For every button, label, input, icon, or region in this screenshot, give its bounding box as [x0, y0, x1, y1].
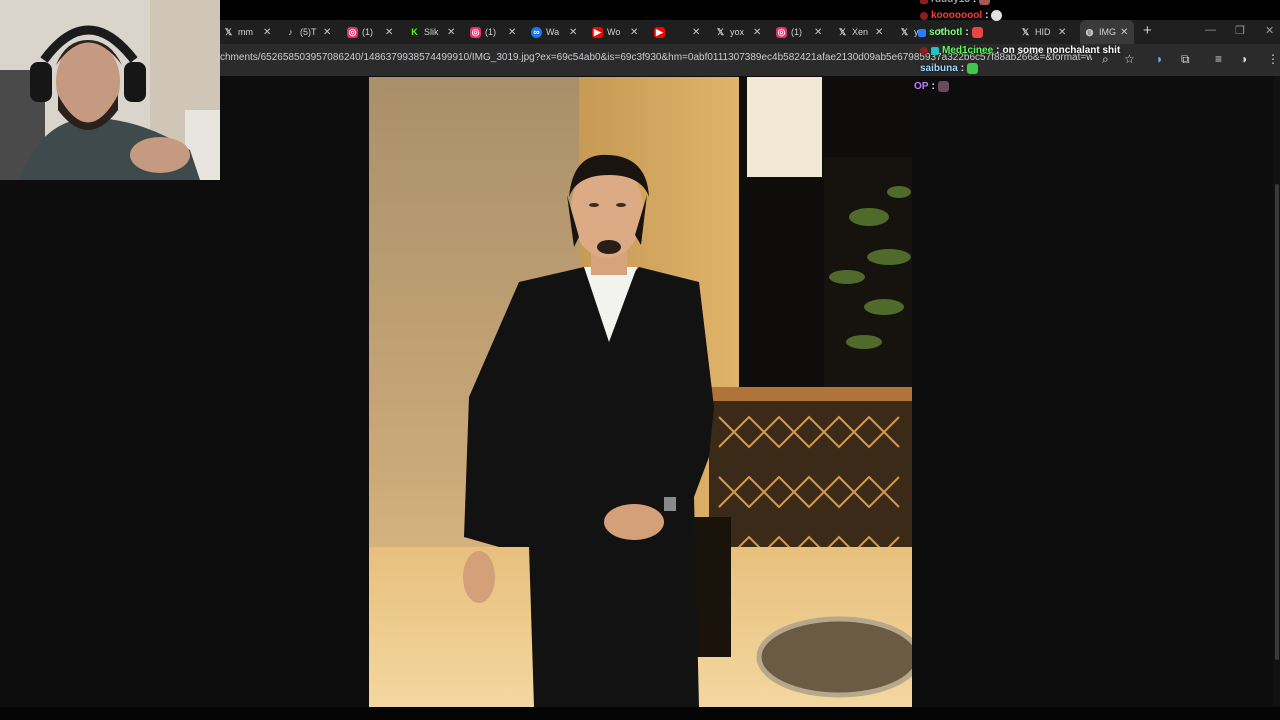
- tab[interactable]: ∞ Wa ✕: [531, 20, 591, 44]
- close-tab-icon[interactable]: ✕: [263, 27, 271, 38]
- tab-title: (1): [485, 27, 496, 37]
- close-tab-icon[interactable]: ✕: [323, 27, 331, 38]
- instagram-icon: ◎: [347, 26, 358, 38]
- emote-icon: [971, 27, 983, 38]
- chat-username: OP: [914, 81, 929, 92]
- close-tab-icon[interactable]: ✕: [508, 27, 516, 38]
- tab-title: Slik: [424, 27, 439, 37]
- user-badge-icon: [931, 46, 939, 55]
- close-tab-icon[interactable]: ✕: [630, 27, 638, 38]
- tab[interactable]: 𝕏 mm ✕: [223, 20, 283, 44]
- bookmark-star-icon[interactable]: ☆: [1124, 52, 1135, 66]
- emote-icon: [967, 63, 979, 74]
- chat-username: saibuna: [920, 63, 958, 74]
- x-logo-icon: 𝕏: [1021, 26, 1030, 37]
- close-tab-icon[interactable]: ✕: [814, 27, 822, 38]
- close-tab-icon[interactable]: ✕: [1058, 27, 1066, 38]
- tab-title: (1): [362, 27, 373, 37]
- tab-title: (1): [791, 27, 802, 37]
- new-tab-button[interactable]: +: [1143, 22, 1152, 39]
- emote-icon: [991, 10, 1003, 21]
- webcam-feed: [0, 0, 220, 180]
- youtube-icon: ▶: [592, 26, 603, 38]
- minimize-icon[interactable]: —: [1205, 24, 1216, 36]
- close-tab-icon[interactable]: ✕: [1120, 27, 1128, 38]
- x-logo-icon: 𝕏: [838, 26, 847, 37]
- tab[interactable]: ◎ (1) ✕: [470, 20, 530, 44]
- displayed-photo[interactable]: [369, 77, 912, 707]
- tab[interactable]: ♪ (5)T ✕: [285, 20, 345, 44]
- close-tab-icon[interactable]: ✕: [385, 27, 393, 38]
- chat-message: koooooool :: [920, 10, 1003, 21]
- globe-icon: ◍: [1085, 26, 1094, 37]
- tab-title: HID: [1035, 27, 1051, 37]
- bottom-bar: [0, 707, 1280, 720]
- audio-icon[interactable]: ◗: [1156, 52, 1163, 66]
- chat-message: OP :: [914, 81, 949, 92]
- close-tab-icon[interactable]: ✕: [447, 27, 455, 38]
- emote-icon: [937, 81, 949, 92]
- tiktok-icon: ♪: [288, 27, 293, 37]
- chat-username: koooooool: [931, 10, 983, 21]
- close-tab-icon[interactable]: ✕: [692, 27, 700, 38]
- close-tab-icon[interactable]: ✕: [753, 27, 761, 38]
- tab-active[interactable]: ◍ IMG ✕: [1080, 20, 1134, 44]
- tab[interactable]: 𝕏 Xen ✕: [837, 20, 897, 44]
- user-badge-icon: [918, 28, 926, 37]
- menu-kebab-icon[interactable]: ⋮: [1267, 52, 1279, 66]
- browser-tab-bar: 𝕏 mm ✕ ♪ (5)T ✕ ◎ (1) ✕ K Slik ✕ ◎ (1) ✕…: [220, 20, 1280, 44]
- close-tab-icon[interactable]: ✕: [875, 27, 883, 38]
- kick-icon: K: [411, 27, 418, 37]
- tab-title: (5)T: [300, 27, 317, 37]
- chat-username: sothotl: [929, 27, 963, 38]
- tab[interactable]: K Slik ✕: [409, 20, 469, 44]
- user-badge-icon: [920, 11, 928, 20]
- close-window-icon[interactable]: ✕: [1265, 24, 1274, 37]
- extensions-icon[interactable]: ⧉: [1181, 52, 1190, 67]
- address-bar: chments/652658503957086240/1486379938574…: [220, 44, 1280, 76]
- emote-icon: [979, 0, 991, 5]
- tab-title: yox: [730, 27, 745, 37]
- tab[interactable]: 𝕏 yox ✕: [715, 20, 775, 44]
- chat-username: Med1cinee: [942, 45, 994, 56]
- tab[interactable]: ◎ (1) ✕: [347, 20, 407, 44]
- x-logo-icon: 𝕏: [716, 26, 725, 37]
- x-logo-icon: 𝕏: [224, 26, 233, 37]
- tab-title: Wa: [546, 27, 560, 37]
- tab[interactable]: 𝕏 HID ✕: [1020, 20, 1080, 44]
- user-badge-icon: [920, 46, 928, 55]
- tab[interactable]: ▶ ✕: [654, 20, 714, 44]
- tab-title: Wo: [607, 27, 621, 37]
- close-tab-icon[interactable]: ✕: [569, 27, 577, 38]
- tab[interactable]: ▶ Wo ✕: [592, 20, 652, 44]
- instagram-icon: ◎: [776, 26, 787, 38]
- tab-title: mm: [238, 27, 253, 37]
- chat-message: sothotl :: [918, 27, 983, 38]
- tab-title: Xen: [852, 27, 869, 37]
- instagram-icon: ◎: [470, 26, 481, 38]
- tab-title: IMG: [1099, 27, 1116, 37]
- meta-icon: ∞: [531, 26, 542, 38]
- chat-message: saibuna :: [920, 63, 979, 74]
- profile-avatar-icon[interactable]: ◑: [1240, 52, 1247, 66]
- tab[interactable]: ◎ (1) ✕: [776, 20, 836, 44]
- user-badge-icon: [920, 0, 928, 4]
- chat-message-text: on some nonchalant shit: [1002, 45, 1121, 56]
- x-logo-icon: 𝕏: [900, 26, 909, 37]
- chat-message: ruuuy13 :: [920, 0, 991, 5]
- restore-icon[interactable]: ❐: [1235, 24, 1245, 37]
- media-controls-icon[interactable]: ≡: [1215, 52, 1222, 66]
- chat-message: Med1cinee : on some nonchalant shit: [920, 45, 1120, 56]
- youtube-icon: ▶: [654, 26, 665, 38]
- scrollbar-thumb[interactable]: [1275, 184, 1279, 660]
- chat-username: ruuuy13: [931, 0, 970, 5]
